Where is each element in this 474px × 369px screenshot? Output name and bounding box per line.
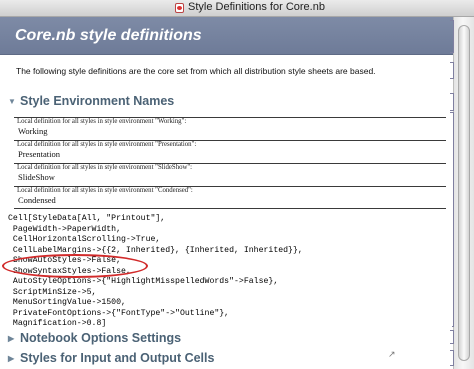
code-line: Cell[StyleData[All, "Printout"], bbox=[8, 214, 166, 223]
cell-bracket-title[interactable] bbox=[450, 20, 454, 53]
env-name-condensed[interactable]: Condensed bbox=[18, 195, 56, 205]
env-name-slideshow[interactable]: SlideShow bbox=[18, 172, 55, 182]
env-caption-condensed: Local definition for all styles in style… bbox=[17, 187, 193, 194]
code-line: Magnification->0.8] bbox=[8, 319, 107, 328]
page-title: Core.nb style definitions bbox=[15, 27, 202, 44]
env-name-working[interactable]: Working bbox=[18, 126, 48, 136]
code-line: PageWidth->PaperWidth, bbox=[8, 224, 122, 234]
scrollbar-thumb[interactable] bbox=[458, 25, 470, 361]
section-notebook-options[interactable]: ▶ Notebook Options Settings bbox=[8, 331, 181, 345]
section-label: Styles for Input and Output Cells bbox=[20, 351, 215, 365]
code-line: PrivateFontOptions->{"FontType"->"Outlin… bbox=[8, 308, 230, 318]
section-input-output-styles[interactable]: ▶ Styles for Input and Output Cells bbox=[8, 351, 214, 365]
intro-text: The following style definitions are the … bbox=[16, 66, 376, 76]
env-divider bbox=[14, 208, 446, 209]
cell-bracket-notebook-options[interactable] bbox=[450, 330, 454, 344]
section-style-environment-names[interactable]: ▼ Style Environment Names bbox=[8, 94, 174, 108]
window-titlebar[interactable]: Style Definitions for Core.nb bbox=[0, 0, 474, 17]
notebook-header: Core.nb style definitions bbox=[0, 17, 453, 55]
code-line: AutoStyleOptions->{"HighlightMisspelledW… bbox=[8, 277, 279, 286]
cell-bracket-intro[interactable] bbox=[450, 62, 454, 79]
env-caption-presentation: Local definition for all styles in style… bbox=[17, 141, 197, 148]
triangle-right-icon[interactable]: ▶ bbox=[8, 334, 16, 343]
notebook-doc-icon bbox=[175, 3, 184, 13]
cell-bracket-input-output[interactable] bbox=[450, 350, 454, 366]
section-label: Notebook Options Settings bbox=[20, 331, 182, 345]
section-label: Style Environment Names bbox=[20, 94, 175, 108]
triangle-right-icon[interactable]: ▶ bbox=[8, 354, 16, 363]
code-line: MenuSortingValue->1500, bbox=[8, 298, 126, 307]
window-title: Style Definitions for Core.nb bbox=[188, 1, 325, 13]
triangle-down-icon[interactable]: ▼ bbox=[8, 97, 16, 106]
code-line: ScriptMinSize->5, bbox=[8, 287, 97, 297]
env-caption-working: Local definition for all styles in style… bbox=[17, 118, 187, 125]
highlight-ellipse-annotation bbox=[2, 254, 148, 278]
code-line: CellHorizontalScrolling->True, bbox=[8, 235, 161, 244]
cell-bracket-section[interactable] bbox=[450, 93, 454, 111]
cursor-icon: ↗ bbox=[388, 349, 396, 359]
env-caption-slideshow: Local definition for all styles in style… bbox=[17, 164, 193, 171]
env-name-presentation[interactable]: Presentation bbox=[18, 149, 60, 159]
code-line: CellLabelMargins->{{2, Inherited}, {Inhe… bbox=[8, 245, 303, 255]
